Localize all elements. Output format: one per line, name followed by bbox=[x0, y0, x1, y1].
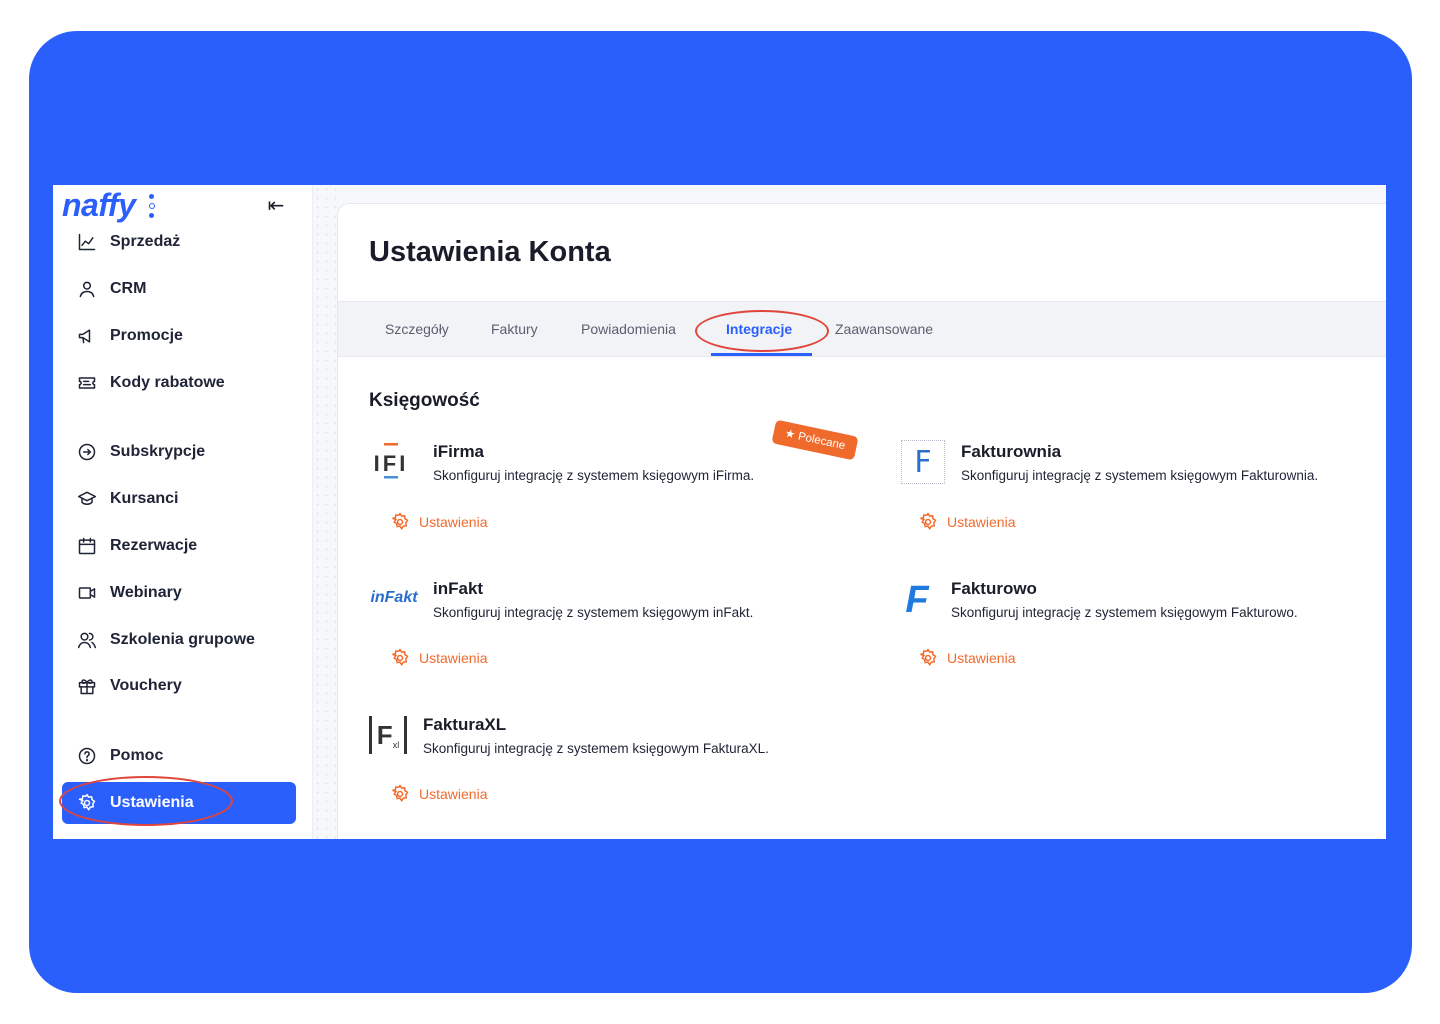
gear-icon bbox=[920, 512, 937, 531]
fakturaxl-logo: F xl bbox=[369, 716, 407, 754]
settings-label: Ustawienia bbox=[947, 650, 1016, 666]
tab-bar: Szczegóły Faktury Powiadomienia Integrac… bbox=[338, 301, 1386, 357]
page-title: Ustawienia Konta bbox=[369, 236, 611, 268]
section-title: Księgowość bbox=[369, 390, 480, 411]
fakturaxl-settings-button[interactable]: Ustawienia bbox=[390, 784, 487, 804]
highlight-annotation bbox=[59, 776, 233, 826]
settings-label: Ustawienia bbox=[419, 650, 488, 666]
tab-powiadomienia[interactable]: Powiadomienia bbox=[581, 302, 676, 356]
active-tab-indicator bbox=[711, 353, 812, 356]
settings-label: Ustawienia bbox=[419, 786, 488, 802]
app-window: naffy ⇤ Sprzedaż CRM Promocje Kody rabat… bbox=[53, 185, 1386, 839]
sidebar-item-rezerwacje[interactable]: Rezerwacje bbox=[62, 525, 296, 567]
tab-zaawansowane[interactable]: Zaawansowane bbox=[835, 302, 933, 356]
sidebar-item-szkolenia-grupowe[interactable]: Szkolenia grupowe bbox=[62, 619, 296, 661]
graduation-cap-icon bbox=[76, 488, 98, 510]
highlight-annotation bbox=[695, 310, 829, 352]
sidebar-item-label: Kursanci bbox=[110, 490, 179, 507]
recommended-badge: ★ Polecane bbox=[771, 419, 859, 461]
sidebar-item-label: Kody rabatowe bbox=[110, 374, 225, 391]
infakt-logo: inFakt bbox=[370, 589, 418, 606]
sidebar-item-sprzedaz[interactable]: Sprzedaż bbox=[62, 221, 296, 263]
sidebar-item-label: Szkolenia grupowe bbox=[110, 631, 255, 648]
fakturowo-logo: F bbox=[905, 578, 929, 621]
sidebar-item-crm[interactable]: CRM bbox=[62, 268, 296, 310]
sidebar-item-kursanci[interactable]: Kursanci bbox=[62, 478, 296, 520]
settings-label: Ustawienia bbox=[419, 514, 488, 530]
integration-name: Fakturownia bbox=[961, 442, 1062, 461]
settings-card: Ustawienia Konta Szczegóły Faktury Powia… bbox=[337, 203, 1386, 839]
collapse-left-icon[interactable]: ⇤ bbox=[263, 195, 289, 217]
gear-icon bbox=[920, 648, 937, 667]
integration-description: Skonfiguruj integrację z systemem księgo… bbox=[961, 468, 1319, 483]
naffy-logo: naffy bbox=[62, 187, 136, 223]
tab-szczegoly[interactable]: Szczegóły bbox=[385, 302, 449, 356]
tab-faktury[interactable]: Faktury bbox=[491, 302, 538, 356]
sidebar-item-promocje[interactable]: Promocje bbox=[62, 315, 296, 357]
gift-icon bbox=[76, 675, 98, 697]
sidebar-item-label: Subskrypcje bbox=[110, 443, 206, 460]
fakturowo-settings-button[interactable]: Ustawienia bbox=[918, 648, 1015, 668]
integration-name: Fakturowo bbox=[951, 579, 1037, 598]
integration-description: Skonfiguruj integrację z systemem księgo… bbox=[433, 605, 754, 620]
sidebar-item-label: Promocje bbox=[110, 327, 183, 344]
ticket-icon bbox=[76, 372, 98, 394]
integration-name: inFakt bbox=[433, 579, 484, 598]
sidebar-item-label: Rezerwacje bbox=[110, 537, 198, 554]
integration-description: Skonfiguruj integrację z systemem księgo… bbox=[433, 468, 755, 483]
calendar-icon bbox=[76, 535, 98, 557]
chart-line-icon bbox=[76, 231, 98, 253]
sidebar-item-webinary[interactable]: Webinary bbox=[62, 572, 296, 614]
sidebar-item-vouchery[interactable]: Vouchery bbox=[62, 665, 296, 707]
infakt-settings-button[interactable]: Ustawienia bbox=[390, 648, 487, 668]
sidebar-item-subskrypcje[interactable]: Subskrypcje bbox=[62, 431, 296, 473]
gear-icon bbox=[392, 784, 409, 803]
settings-label: Ustawienia bbox=[947, 514, 1016, 530]
fakturownia-logo: F bbox=[901, 440, 945, 484]
sidebar-item-pomoc[interactable]: Pomoc bbox=[62, 735, 296, 777]
integration-name: FakturaXL bbox=[423, 715, 507, 734]
integration-description: Skonfiguruj integrację z systemem księgo… bbox=[423, 741, 769, 756]
ifirma-logo: IFI bbox=[369, 440, 413, 484]
sidebar-item-label: Webinary bbox=[110, 584, 182, 601]
integration-description: Skonfiguruj integrację z systemem księgo… bbox=[951, 605, 1298, 620]
megaphone-icon bbox=[76, 325, 98, 347]
sidebar-item-kody-rabatowe[interactable]: Kody rabatowe bbox=[62, 362, 296, 404]
video-icon bbox=[76, 582, 98, 604]
sidebar-item-label: Pomoc bbox=[110, 747, 164, 764]
gear-icon bbox=[392, 512, 409, 531]
users-icon bbox=[76, 629, 98, 651]
sidebar-item-label: Vouchery bbox=[110, 677, 182, 694]
user-icon bbox=[76, 278, 98, 300]
gear-icon bbox=[392, 648, 409, 667]
svg-text:IFI: IFI bbox=[374, 451, 409, 476]
sidebar-item-label: CRM bbox=[110, 280, 147, 297]
fakturownia-settings-button[interactable]: Ustawienia bbox=[918, 512, 1015, 532]
help-icon bbox=[76, 745, 98, 767]
logo-dots bbox=[149, 194, 155, 222]
refresh-icon bbox=[76, 441, 98, 463]
dotted-background bbox=[313, 185, 338, 839]
sidebar: naffy ⇤ Sprzedaż CRM Promocje Kody rabat… bbox=[53, 185, 313, 839]
sidebar-item-label: Sprzedaż bbox=[110, 233, 181, 250]
integration-name: iFirma bbox=[433, 442, 485, 461]
ifirma-settings-button[interactable]: Ustawienia bbox=[390, 512, 487, 532]
